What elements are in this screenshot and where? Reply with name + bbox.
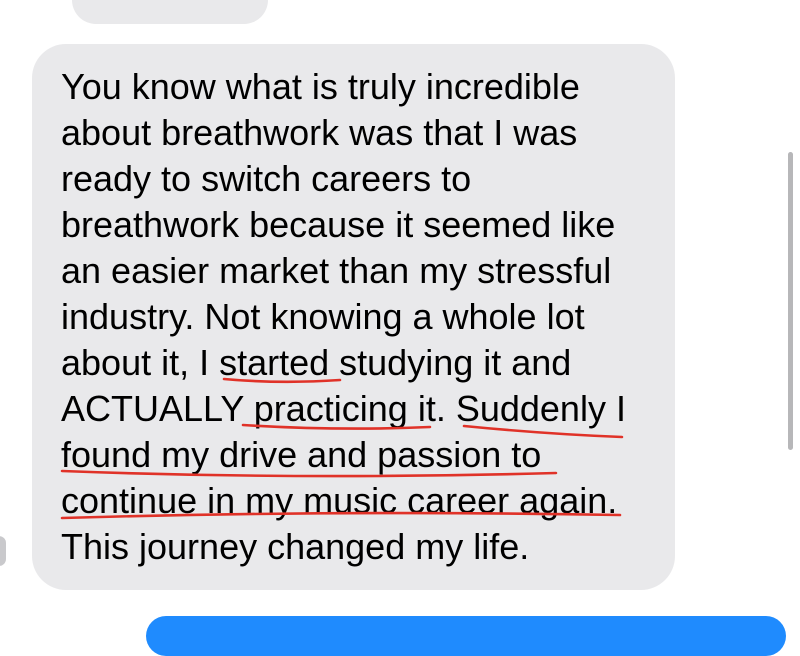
message-line: This journey changed my life. [61, 526, 530, 567]
message-line: ready to switch careers to [61, 158, 472, 199]
previous-message-bubble[interactable] [72, 0, 268, 24]
message-line: industry. Not knowing a whole lot [61, 296, 585, 337]
message-line: breathwork because it seemed like [61, 204, 616, 245]
message-line: continue in my music career again. [61, 480, 618, 521]
received-message-text: You know what is truly incredible about … [61, 64, 626, 570]
message-line: about it, I started studying it and [61, 342, 572, 383]
sent-message-bubble[interactable] [146, 616, 786, 656]
message-line: an easier market than my stressful [61, 250, 612, 291]
message-line: ACTUALLY practicing it. Suddenly I [61, 388, 626, 429]
scrollbar[interactable] [788, 152, 793, 450]
message-line: found my drive and passion to [61, 434, 542, 475]
message-line: about breathwork was that I was [61, 112, 578, 153]
message-line: You know what is truly incredible [61, 66, 580, 107]
avatar[interactable] [0, 536, 6, 566]
